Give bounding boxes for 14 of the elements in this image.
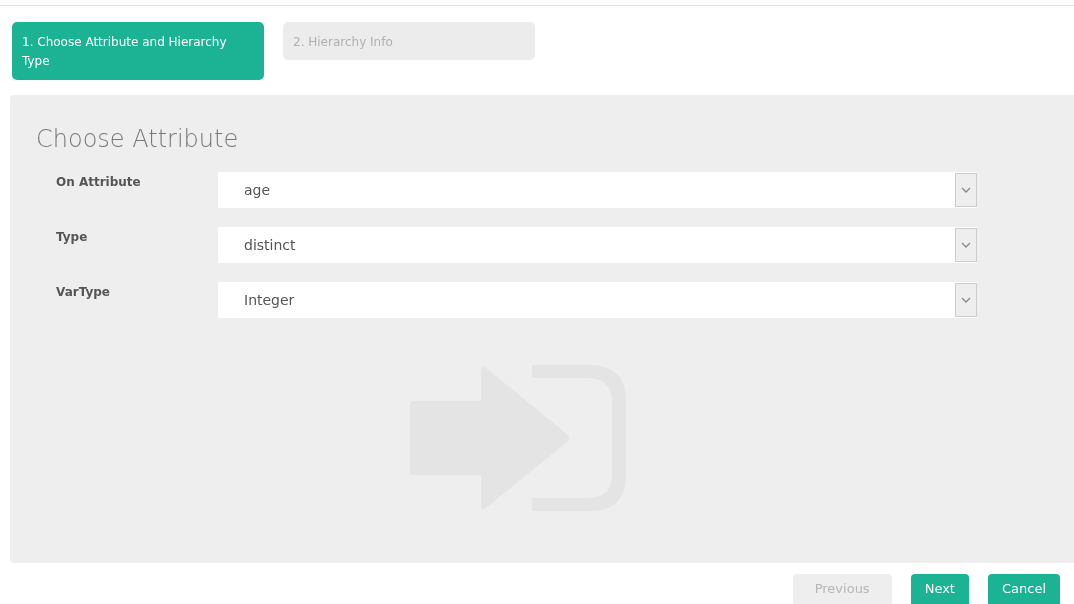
select-field[interactable]: distinct (218, 227, 977, 263)
wizard-step-tab[interactable]: 2. Hierarchy Info (283, 22, 535, 60)
select-field[interactable]: age (218, 172, 977, 208)
wizard-step-tab[interactable]: 1. Choose Attribute and Hierarchy Type (12, 22, 264, 80)
wizard-button[interactable]: Next (910, 574, 969, 604)
chevron-down-icon[interactable] (955, 283, 977, 317)
chevron-down-icon[interactable] (955, 228, 977, 262)
chevron-down-icon[interactable] (955, 173, 977, 207)
select-field[interactable]: Integer (218, 282, 977, 318)
wizard-button[interactable]: Cancel (987, 574, 1060, 604)
field-label: Type (56, 229, 89, 244)
field-label: VarType (56, 284, 111, 299)
field-label: On Attribute (56, 174, 142, 189)
section-title: Choose Attribute (36, 125, 240, 153)
